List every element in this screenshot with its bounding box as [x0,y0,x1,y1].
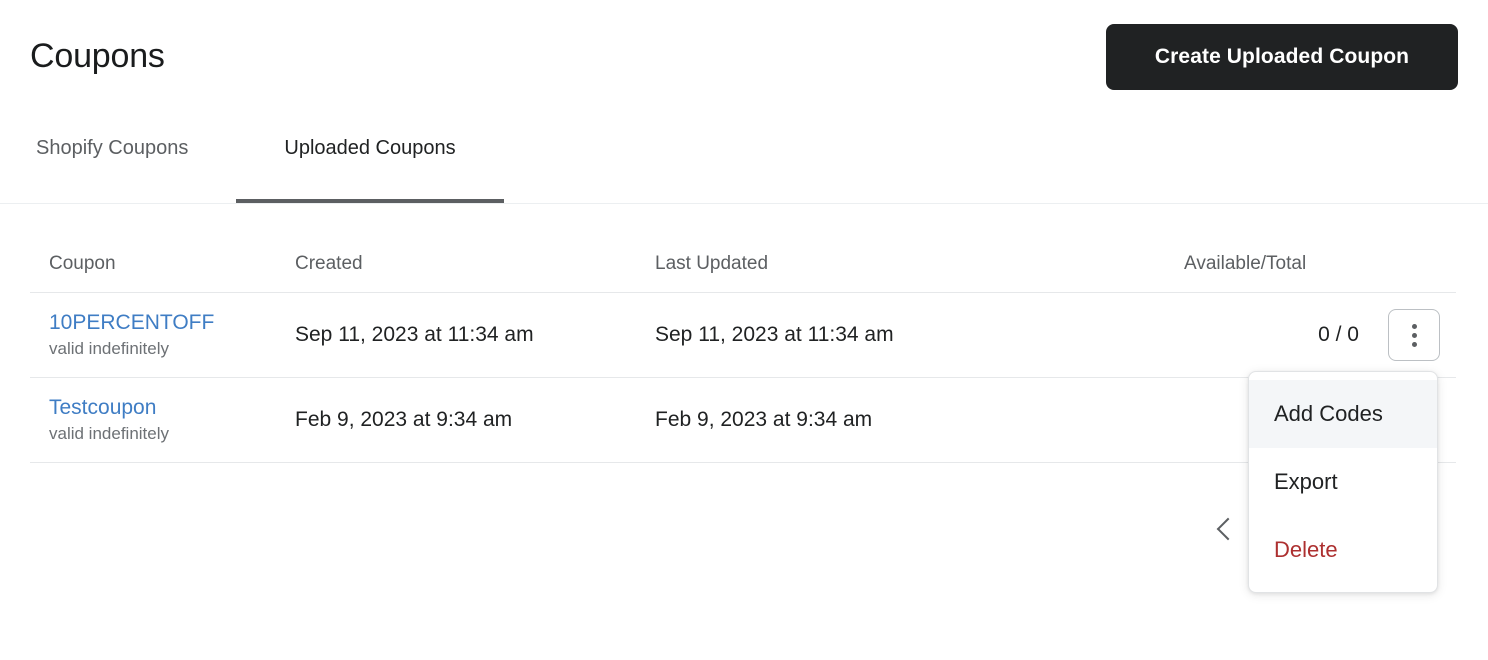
page-header: Coupons Create Uploaded Coupon [0,0,1488,115]
table-row: Testcoupon valid indefinitely Feb 9, 202… [30,378,1456,463]
row-actions-menu: Add Codes Export Delete [1248,371,1438,593]
coupons-table: Coupon Created Last Updated Available/To… [30,236,1456,463]
coupon-validity: valid indefinitely [49,339,170,358]
row-actions-button[interactable] [1388,309,1440,361]
column-header-available-total: Available/Total [1184,253,1307,274]
column-header-coupon: Coupon [49,253,116,274]
table-row: 10PERCENTOFF valid indefinitely Sep 11, … [30,293,1456,378]
coupon-link[interactable]: Testcoupon [49,394,295,421]
kebab-vertical-icon-dot [1411,332,1417,338]
menu-item-export[interactable]: Export [1249,448,1437,516]
coupon-validity: valid indefinitely [49,424,170,443]
kebab-vertical-icon [1411,323,1417,329]
cell-coupon: Testcoupon valid indefinitely [30,394,295,446]
column-header-last-updated: Last Updated [655,253,769,274]
cell-last-updated: Sep 11, 2023 at 11:34 am [655,323,894,346]
menu-item-add-codes[interactable]: Add Codes [1249,380,1437,448]
pagination: Previous [0,505,1456,553]
tab-uploaded-coupons[interactable]: Uploaded Coupons [236,115,504,203]
cell-coupon: 10PERCENTOFF valid indefinitely [30,309,295,361]
cell-last-updated: Feb 9, 2023 at 9:34 am [655,408,873,431]
cell-created: Sep 11, 2023 at 11:34 am [295,323,534,346]
chevron-left-icon [1216,517,1240,541]
table-header-row: Coupon Created Last Updated Available/To… [30,236,1456,293]
cell-created: Feb 9, 2023 at 9:34 am [295,408,513,431]
column-header-created: Created [295,253,363,274]
create-uploaded-coupon-button[interactable]: Create Uploaded Coupon [1106,24,1458,90]
tab-bar: Shopify Coupons Uploaded Coupons [0,115,1488,204]
page-title: Coupons [30,37,165,75]
kebab-vertical-icon-dot [1411,341,1417,347]
menu-item-delete[interactable]: Delete [1249,516,1437,584]
tab-shopify-coupons[interactable]: Shopify Coupons [30,115,198,203]
coupon-link[interactable]: 10PERCENTOFF [49,309,295,336]
